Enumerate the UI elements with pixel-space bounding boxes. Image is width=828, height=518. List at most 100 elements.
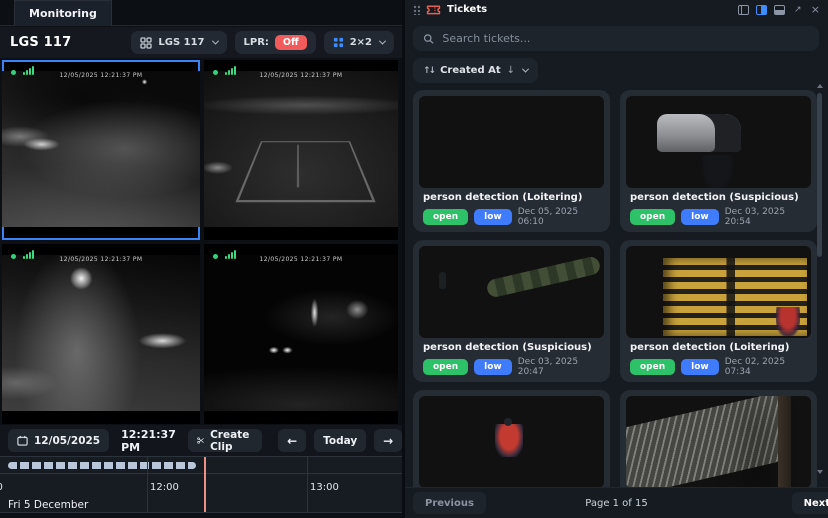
timeline-gridline: [307, 457, 308, 512]
calendar-icon: [17, 435, 28, 446]
page-title: LGS 117: [10, 35, 72, 50]
scroll-up-icon[interactable]: [817, 84, 823, 88]
ticket-card[interactable]: [413, 390, 610, 487]
ticket-thumbnail[interactable]: [626, 246, 811, 338]
playhead[interactable]: [204, 457, 206, 512]
left-arrow-icon: ←: [287, 433, 298, 448]
search-icon: [423, 33, 434, 44]
ticket-card[interactable]: person detection (Loitering) open low De…: [620, 240, 817, 382]
ticket-thumbnail[interactable]: [419, 246, 604, 338]
timeline[interactable]: 11:00 12:00 13:00 Fri 5 December: [0, 456, 402, 513]
camera-grid: 12/05/2025 12:21:37 PM 12/05/2025 12:21:…: [0, 58, 402, 425]
grid-layout-dropdown[interactable]: 2×2: [323, 31, 394, 54]
current-time: 12:21:37 PM: [121, 427, 176, 454]
sort-button[interactable]: ↑↓ Created At ↓: [413, 58, 539, 83]
right-arrow-icon: →: [383, 433, 394, 448]
camera-tile-3[interactable]: 12/05/2025 12:21:37 PM: [2, 244, 200, 424]
next-label: Next: [803, 497, 828, 509]
ticket-card[interactable]: person detection (Loitering) open low De…: [413, 90, 610, 232]
next-page-button[interactable]: Next: [791, 492, 828, 514]
status-badge[interactable]: open: [423, 209, 469, 225]
grid-outline-icon: [140, 36, 153, 49]
camera-feed-image: [204, 71, 398, 227]
priority-badge[interactable]: low: [474, 209, 512, 225]
chevron-down-icon: [521, 65, 530, 73]
app-window: Monitoring LGS 117 LGS 117 LPR: Off 2×2 …: [0, 0, 828, 518]
timeline-tick-13: 13:00: [310, 482, 339, 493]
ticket-thumbnail[interactable]: [626, 96, 811, 188]
ticket-meta: open low Dec 03, 2025 20:47: [423, 357, 600, 377]
ticket-thumbnail[interactable]: [419, 96, 604, 188]
timeline-track[interactable]: [0, 457, 402, 474]
camera-tile-1[interactable]: 12/05/2025 12:21:37 PM: [2, 60, 200, 240]
lpr-toggle[interactable]: LPR: Off: [234, 31, 316, 54]
lpr-off-badge[interactable]: Off: [274, 35, 307, 50]
camera-tile-4[interactable]: 12/05/2025 12:21:37 PM: [204, 244, 398, 424]
ticket-scrollbar[interactable]: [816, 84, 824, 482]
ticket-datetime: Dec 02, 2025 07:34: [724, 357, 786, 377]
camera-timestamp: 12/05/2025 12:21:37 PM: [59, 256, 143, 263]
grid-blue-icon: [333, 37, 343, 48]
ticket-search[interactable]: [413, 26, 819, 51]
scroll-down-icon[interactable]: [817, 470, 823, 474]
step-back-button[interactable]: ←: [278, 429, 307, 452]
panel-actions: ↗ ×: [737, 4, 820, 16]
tickets-header: Tickets ↗ ×: [405, 0, 828, 19]
open-external-icon[interactable]: ↗: [792, 4, 804, 16]
status-badge[interactable]: open: [630, 359, 676, 375]
search-input[interactable]: [442, 32, 809, 45]
ticket-title: person detection (Suspicious): [423, 342, 592, 353]
timeline-day-label: Fri 5 December: [8, 499, 89, 511]
date-picker-button[interactable]: 12/05/2025: [8, 429, 110, 452]
bottom-strip: [0, 513, 402, 518]
priority-badge[interactable]: low: [681, 209, 719, 225]
status-badge[interactable]: open: [630, 209, 676, 225]
tab-monitoring[interactable]: Monitoring: [14, 0, 112, 26]
sort-direction-icon: ↓: [506, 65, 516, 76]
ticket-meta: open low Dec 02, 2025 07:34: [630, 357, 807, 377]
step-forward-button[interactable]: →: [374, 429, 403, 452]
ticket-datetime: Dec 05, 2025 06:10: [517, 207, 579, 227]
priority-badge[interactable]: low: [474, 359, 512, 375]
camera-group-label: LGS 117: [158, 37, 205, 48]
camera-timestamp: 12/05/2025 12:21:37 PM: [259, 72, 343, 79]
close-icon[interactable]: ×: [811, 4, 820, 15]
dock-left-icon[interactable]: [737, 4, 749, 15]
tickets-panel: Tickets ↗ × ↑↓ Created At ↓: [402, 0, 828, 518]
scissors-icon: [197, 437, 204, 444]
ticket-list: person detection (Loitering) open low De…: [413, 90, 817, 487]
drag-handle-icon[interactable]: [413, 4, 420, 15]
dock-bottom-icon[interactable]: [773, 4, 785, 15]
tab-monitoring-label: Monitoring: [29, 7, 97, 20]
chevron-down-icon: [211, 37, 219, 45]
header-controls: LGS 117 LPR: Off 2×2: [131, 31, 394, 54]
ticket-icon: [426, 5, 441, 15]
timeline-gridline: [147, 457, 148, 512]
status-badge[interactable]: open: [423, 359, 469, 375]
ticket-title: person detection (Loitering): [630, 342, 790, 353]
ticket-card[interactable]: [620, 390, 817, 487]
dock-right-icon[interactable]: [755, 4, 767, 15]
tickets-title: Tickets: [447, 4, 488, 15]
ticket-thumbnail[interactable]: [626, 396, 811, 487]
scrollbar-thumb[interactable]: [817, 93, 822, 257]
monitoring-panel: Monitoring LGS 117 LGS 117 LPR: Off 2×2 …: [0, 0, 403, 518]
ticket-thumbnail[interactable]: [419, 396, 604, 487]
sort-label: Created At: [440, 65, 501, 76]
playback-controls: 12/05/2025 12:21:37 PM Create Clip ← Tod…: [0, 425, 403, 456]
today-label: Today: [323, 434, 358, 447]
ticket-card[interactable]: person detection (Suspicious) open low D…: [413, 240, 610, 382]
camera-tile-2[interactable]: 12/05/2025 12:21:37 PM: [204, 60, 398, 240]
timeline-tick-12: 12:00: [150, 482, 179, 493]
camera-group-dropdown[interactable]: LGS 117: [131, 31, 227, 54]
priority-badge[interactable]: low: [681, 359, 719, 375]
previous-page-button[interactable]: Previous: [413, 492, 486, 514]
create-clip-button[interactable]: Create Clip: [187, 429, 263, 453]
camera-feed-image: [2, 71, 200, 227]
recording-segments[interactable]: [8, 462, 196, 469]
ticket-card[interactable]: person detection (Suspicious) open low D…: [620, 90, 817, 232]
chevron-down-icon: [378, 37, 387, 45]
monitoring-header: LGS 117 LGS 117 LPR: Off 2×2: [0, 27, 402, 58]
today-button[interactable]: Today: [314, 429, 367, 452]
ticket-meta: open low Dec 03, 2025 20:54: [630, 207, 807, 227]
